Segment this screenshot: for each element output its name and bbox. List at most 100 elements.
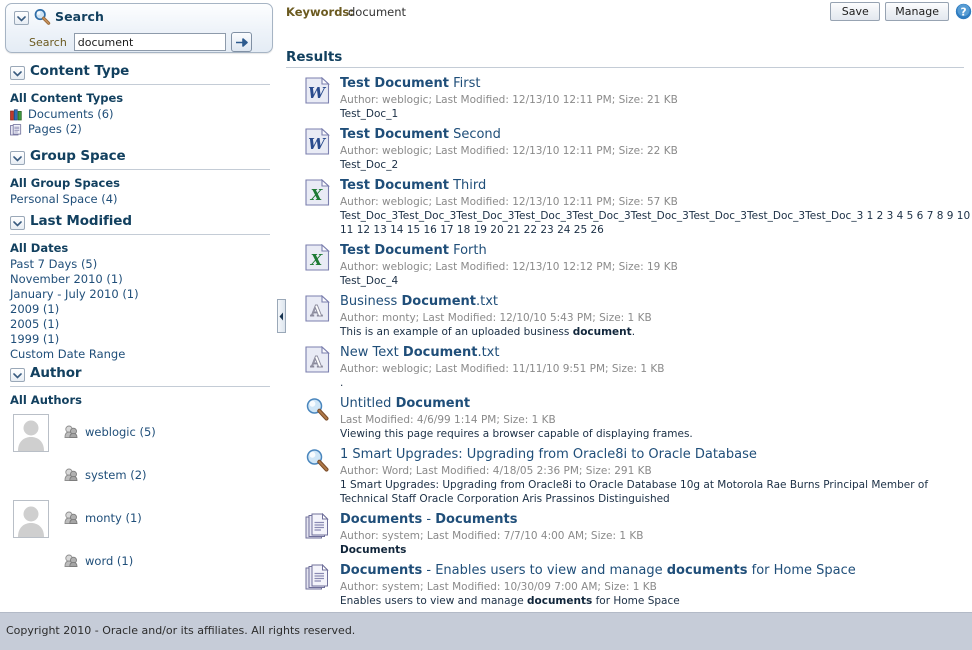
result-snippet: 1 Smart Upgrades: Upgrading from Oracle8…: [340, 479, 929, 505]
search-panel-disclose-toggle[interactable]: [14, 11, 29, 25]
result-title-link[interactable]: New Text Document.txt: [340, 345, 972, 361]
result-item: A Business Document.txt Author: monty; L…: [286, 294, 972, 339]
chevron-down-icon: [13, 155, 22, 162]
author-label: word (1): [85, 554, 134, 568]
facet-group-space-disclose-toggle[interactable]: [10, 151, 25, 165]
result-title-link[interactable]: 1 Smart Upgrades: Upgrading from Oracle8…: [340, 447, 972, 463]
facet-content-type-disclose-toggle[interactable]: [10, 66, 25, 80]
facet-item-pages[interactable]: Pages (2): [10, 122, 278, 137]
author-row: weblogic (5): [10, 414, 278, 457]
result-title-link[interactable]: Documents - Documents: [340, 512, 972, 528]
result-meta: Last Modified: 4/6/99 1:14 PM; Size: 1 K…: [340, 414, 556, 426]
facet-last-modified: Last Modified All Dates Past 7 Days (5) …: [0, 213, 278, 362]
facet-item-2005[interactable]: 2005 (1): [10, 317, 278, 332]
avatar: [13, 500, 49, 538]
result-snippet: .: [340, 377, 344, 389]
facet-author-disclose-toggle[interactable]: [10, 368, 25, 382]
facet-all-content-types[interactable]: All Content Types: [10, 91, 278, 106]
help-button[interactable]: ?: [955, 3, 972, 20]
keywords-label: Keywords:: [286, 5, 354, 19]
facet-item-custom-date-range[interactable]: Custom Date Range: [10, 347, 278, 362]
result-item: Documents - Enables users to view and ma…: [286, 563, 972, 608]
result-meta: Author: system; Last Modified: 10/30/09 …: [340, 581, 657, 593]
result-item: A New Text Document.txt Author: weblogic…: [286, 345, 972, 390]
chevron-down-icon: [17, 15, 26, 22]
author-link-word[interactable]: word (1): [64, 554, 133, 568]
facet-item-november-2010[interactable]: November 2010 (1): [10, 272, 278, 287]
facet-item-personal-space[interactable]: Personal Space (4): [10, 192, 278, 207]
facet-item-1999[interactable]: 1999 (1): [10, 332, 278, 347]
excel-document-icon: X: [304, 244, 330, 272]
svg-text:X: X: [309, 186, 323, 204]
facet-content-type-title: Content Type: [30, 63, 130, 79]
footer: Copyright 2010 - Oracle and/or its affil…: [0, 612, 972, 650]
result-snippet: Enables users to view and manage documen…: [340, 595, 680, 607]
text-document-icon: A: [304, 346, 330, 374]
facet-all-group-spaces[interactable]: All Group Spaces: [10, 176, 278, 191]
excel-document-icon: X: [304, 179, 330, 207]
page-search-icon: [304, 448, 330, 476]
user-icon: [64, 511, 80, 525]
facet-all-dates[interactable]: All Dates: [10, 241, 278, 256]
facet-item-label: Pages (2): [28, 122, 82, 136]
user-icon: [64, 554, 80, 568]
result-title-link[interactable]: Test Document Third: [340, 178, 972, 194]
author-row: word (1): [10, 543, 278, 586]
author-label: system (2): [85, 468, 147, 482]
pages-icon: [10, 123, 25, 136]
author-link-monty[interactable]: monty (1): [64, 511, 142, 525]
page-search-icon: [304, 397, 330, 425]
facet-group-space-body: All Group Spaces Personal Space (4): [0, 170, 278, 207]
result-title-link[interactable]: Test Document First: [340, 76, 972, 92]
svg-text:A: A: [309, 353, 322, 371]
result-snippet: Test_Doc_1: [340, 108, 399, 120]
author-row: monty (1): [10, 500, 278, 543]
keywords-bar: Keywords: document Save Manage ?: [286, 0, 972, 25]
facet-all-authors[interactable]: All Authors: [10, 393, 278, 408]
result-meta: Author: weblogic; Last Modified: 12/13/1…: [340, 261, 678, 273]
result-meta: Author: Word; Last Modified: 4/18/05 2:3…: [340, 465, 652, 477]
chevron-down-icon: [13, 70, 22, 77]
result-title-link[interactable]: Business Document.txt: [340, 294, 972, 310]
result-meta: Author: weblogic; Last Modified: 12/13/1…: [340, 94, 678, 106]
facet-last-modified-body: All Dates Past 7 Days (5) November 2010 …: [0, 235, 278, 362]
result-title-link[interactable]: Untitled Document: [340, 396, 972, 412]
author-link-weblogic[interactable]: weblogic (5): [64, 425, 156, 439]
facet-author-header: Author: [0, 365, 278, 387]
result-title-link[interactable]: Test Document Second: [340, 127, 972, 143]
content-area: Keywords: document Save Manage ? Results: [286, 0, 972, 612]
result-meta: Author: monty; Last Modified: 12/10/10 5…: [340, 312, 652, 324]
facet-item-january-july-2010[interactable]: January - July 2010 (1): [10, 287, 278, 302]
svg-text:W: W: [308, 84, 327, 102]
facet-item-2009[interactable]: 2009 (1): [10, 302, 278, 317]
facet-item-past-7-days[interactable]: Past 7 Days (5): [10, 257, 278, 272]
facet-item-documents[interactable]: Documents (6): [10, 107, 278, 122]
result-item: X Test Document Third Author: weblogic; …: [286, 178, 972, 237]
save-button[interactable]: Save: [830, 2, 881, 21]
svg-text:W: W: [308, 135, 327, 153]
keywords-value: document: [348, 5, 407, 19]
user-icon: [64, 468, 80, 482]
sidebar-collapse-handle[interactable]: [277, 299, 286, 333]
facet-last-modified-title: Last Modified: [30, 213, 132, 229]
result-snippet: Test_Doc_4: [340, 275, 399, 287]
author-row: system (2): [10, 457, 278, 500]
chevron-down-icon: [13, 372, 22, 379]
text-document-icon: A: [304, 295, 330, 323]
documents-icon: [10, 108, 25, 121]
result-snippet: Test_Doc_2: [340, 159, 399, 171]
user-icon: [64, 425, 80, 439]
chevron-down-icon: [13, 220, 22, 227]
manage-button[interactable]: Manage: [885, 2, 949, 21]
author-link-system[interactable]: system (2): [64, 468, 147, 482]
facet-author-body: All Authors weblogic (5) system (2) mont…: [0, 387, 278, 586]
result-item: W Test Document Second Author: weblogic;…: [286, 127, 972, 172]
search-go-button[interactable]: [230, 32, 252, 52]
result-title-link[interactable]: Documents - Enables users to view and ma…: [340, 563, 972, 579]
result-title-link[interactable]: Test Document Forth: [340, 243, 972, 259]
result-item: Untitled Document Last Modified: 4/6/99 …: [286, 396, 972, 441]
search-input[interactable]: [73, 33, 226, 51]
facet-last-modified-disclose-toggle[interactable]: [10, 216, 25, 230]
help-icon: ?: [955, 3, 972, 20]
svg-text:A: A: [309, 302, 322, 320]
